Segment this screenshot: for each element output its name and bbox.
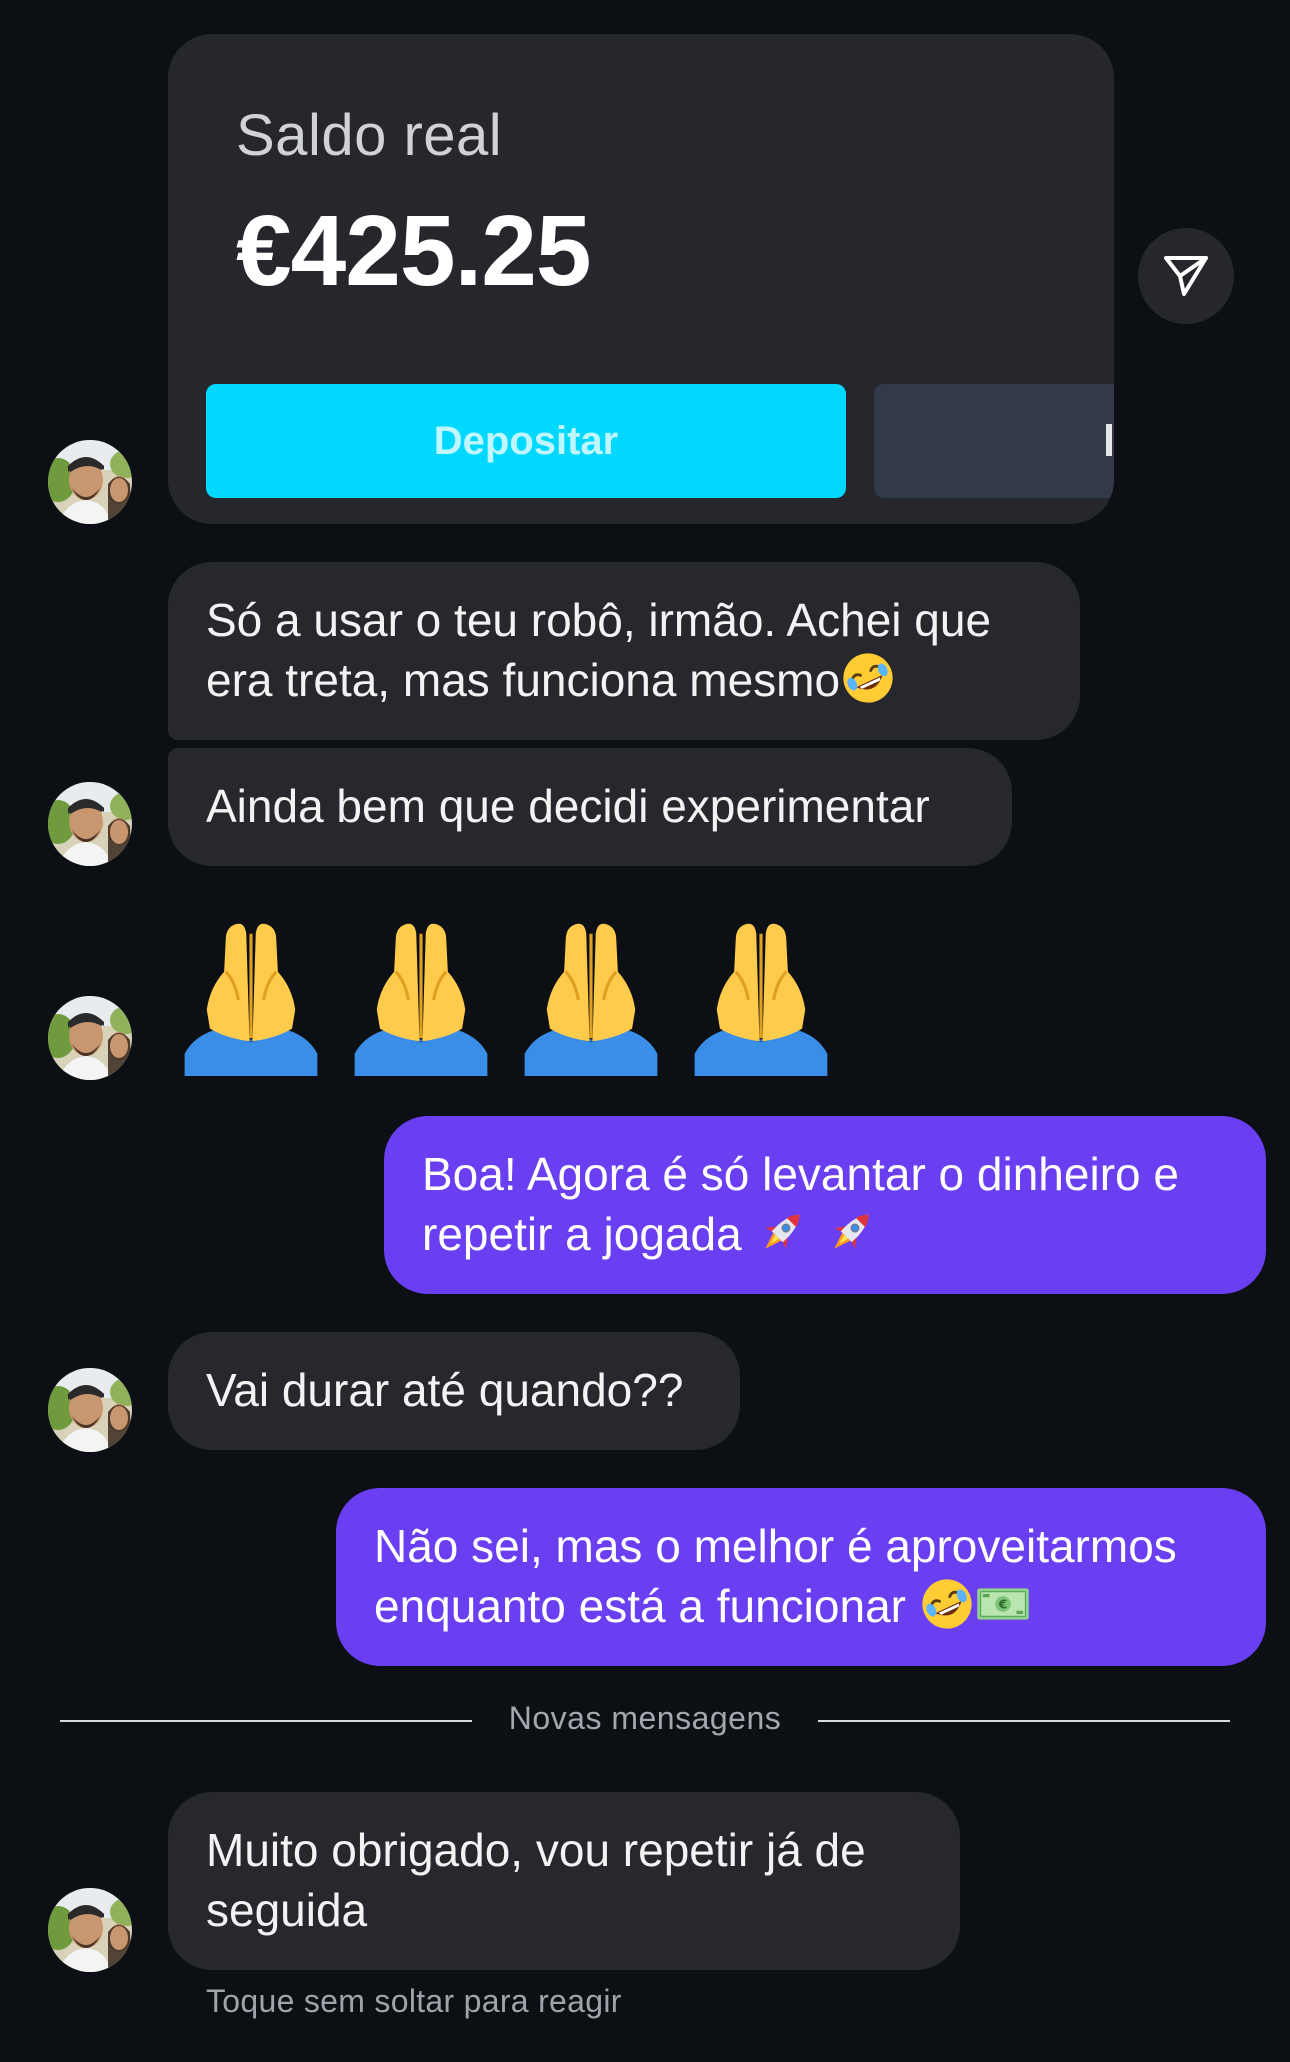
folded-hands-icon xyxy=(682,918,840,1076)
secondary-card-button[interactable] xyxy=(874,384,1114,498)
message-bubble-outgoing[interactable]: Não sei, mas o melhor é aproveitarmos en… xyxy=(336,1488,1266,1666)
avatar[interactable] xyxy=(48,782,132,866)
new-messages-divider: Novas mensagens xyxy=(508,1700,782,1736)
send-icon xyxy=(1164,256,1208,296)
message-text-line: Boa! Agora é só levantar o dinheiro e xyxy=(422,1148,1179,1200)
emoji-only-message[interactable] xyxy=(172,918,840,1076)
folded-hands-icon xyxy=(512,918,670,1076)
message-bubble-incoming[interactable]: Só a usar o teu robô, irmão. Achei que e… xyxy=(168,562,1080,740)
message-bubble-incoming[interactable]: Ainda bem que decidi experimentar xyxy=(168,748,1012,866)
share-button[interactable] xyxy=(1138,228,1234,324)
deposit-button[interactable]: Depositar xyxy=(206,384,846,498)
avatar[interactable] xyxy=(48,996,132,1080)
euro-banknote-icon xyxy=(975,1576,1031,1632)
folded-hands-icon xyxy=(172,918,330,1076)
shared-balance-card[interactable]: Saldo real €425.25 Depositar xyxy=(168,34,1114,524)
balance-amount: €425.25 xyxy=(236,195,591,307)
message-text-line: Não sei, mas o melhor é aproveitarmos xyxy=(374,1520,1177,1572)
message-text-line: Muito obrigado, vou repetir já de xyxy=(206,1824,866,1876)
message-text: Vai durar até quando?? xyxy=(206,1364,684,1416)
message-text-line: enquanto está a funcionar xyxy=(374,1580,906,1632)
avatar[interactable] xyxy=(48,1368,132,1452)
balance-label: Saldo real xyxy=(236,103,503,168)
rocket-icon xyxy=(823,1204,879,1260)
message-bubble-incoming[interactable]: Muito obrigado, vou repetir já de seguid… xyxy=(168,1792,960,1970)
message-bubble-outgoing[interactable]: Boa! Agora é só levantar o dinheiro e re… xyxy=(384,1116,1266,1294)
rocket-icon xyxy=(754,1204,810,1260)
avatar[interactable] xyxy=(48,440,132,524)
rolling-on-floor-laughing-icon xyxy=(840,650,896,706)
partial-button-glyph xyxy=(1106,424,1112,456)
message-text-line: repetir a jogada xyxy=(422,1208,742,1260)
reaction-hint: Toque sem soltar para reagir xyxy=(206,1983,622,2019)
message-text: Ainda bem que decidi experimentar xyxy=(206,780,930,832)
divider-line-right xyxy=(818,1720,1230,1722)
avatar[interactable] xyxy=(48,1888,132,1972)
message-text-line: seguida xyxy=(206,1884,368,1936)
rolling-on-floor-laughing-icon xyxy=(919,1576,975,1632)
message-bubble-incoming[interactable]: Vai durar até quando?? xyxy=(168,1332,740,1450)
folded-hands-icon xyxy=(342,918,500,1076)
